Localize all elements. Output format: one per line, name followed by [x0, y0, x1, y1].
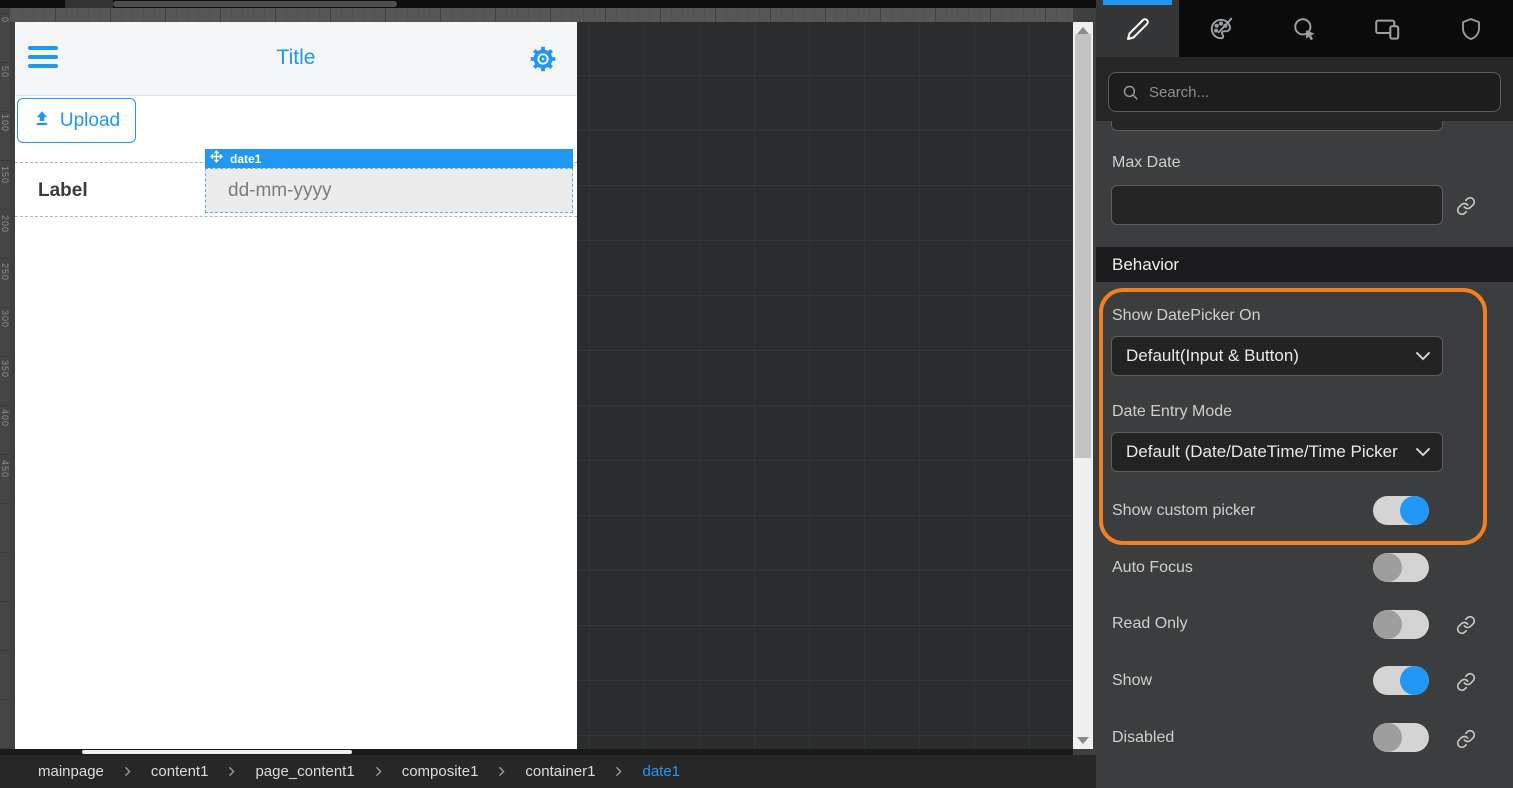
link-icon[interactable] — [1456, 729, 1476, 749]
breadcrumb-item-page-content1[interactable]: page_content1 — [255, 763, 354, 780]
tab-security[interactable] — [1430, 0, 1513, 57]
upload-icon — [33, 109, 51, 133]
tab-events[interactable] — [1263, 0, 1346, 57]
scrollbar-thumb[interactable] — [1075, 34, 1091, 458]
search-input[interactable] — [1149, 84, 1479, 101]
select-value: Default (Date/DateTime/Time Picker a — [1112, 442, 1402, 462]
field-label: Label — [38, 180, 88, 202]
date-input-field[interactable]: dd-mm-yyyy — [205, 168, 573, 213]
date-entry-mode-select[interactable]: Default (Date/DateTime/Time Picker a — [1111, 432, 1443, 472]
link-icon[interactable] — [1456, 672, 1476, 692]
chevron-down-icon — [1414, 445, 1432, 459]
vertical-ruler: 0 50 100 150 200 250 300 350 400 450 — [0, 8, 10, 749]
canvas-vertical-scrollbar[interactable] — [1073, 22, 1093, 749]
show-datepicker-on-label: Show DatePicker On — [1112, 307, 1261, 325]
chevron-right-icon — [495, 765, 508, 778]
canvas-horizontal-scrollbar-top[interactable] — [0, 0, 1096, 8]
max-date-label: Max Date — [1112, 154, 1180, 172]
breadcrumb-item-mainpage[interactable]: mainpage — [38, 763, 104, 780]
design-area: 0 50 100 150 200 250 300 350 400 450 Tit… — [0, 0, 1096, 788]
page-title[interactable]: Title — [15, 46, 577, 70]
link-icon[interactable] — [1456, 615, 1476, 635]
page-canvas[interactable]: Title — [15, 22, 577, 749]
show-toggle[interactable] — [1373, 666, 1429, 695]
scroll-down-arrow-icon[interactable] — [1077, 737, 1089, 744]
app-root: 0 50 100 150 200 250 300 350 400 450 Tit… — [0, 0, 1513, 788]
breadcrumb-item-content1[interactable]: content1 — [151, 763, 209, 780]
link-icon[interactable] — [1456, 196, 1476, 216]
disabled-toggle[interactable] — [1373, 723, 1429, 752]
shield-icon — [1459, 17, 1483, 41]
search-strip — [1096, 57, 1513, 121]
scrollbar-thumb[interactable] — [82, 750, 352, 754]
ruler-label: 300 — [0, 310, 10, 328]
inspect-cursor-icon — [1292, 16, 1318, 42]
chevron-down-icon — [1414, 349, 1432, 363]
show-custom-picker-toggle[interactable] — [1373, 496, 1429, 525]
auto-focus-toggle[interactable] — [1373, 553, 1429, 582]
read-only-label: Read Only — [1112, 615, 1188, 633]
scrollbar-thumb[interactable] — [113, 1, 397, 7]
search-box[interactable] — [1108, 72, 1501, 112]
tab-devices[interactable] — [1346, 0, 1429, 57]
show-label: Show — [1112, 672, 1152, 690]
clipped-input-bottom — [1111, 121, 1443, 131]
show-datepicker-on-select[interactable]: Default(Input & Button) — [1111, 336, 1443, 376]
panel-tab-bar — [1096, 0, 1513, 57]
ruler-label: 150 — [0, 166, 10, 184]
scrollbar-segment — [65, 0, 113, 8]
pencil-icon — [1126, 17, 1150, 41]
date-widget[interactable]: date1 dd-mm-yyyy — [205, 149, 573, 213]
behavior-section-header: Behavior — [1096, 247, 1513, 282]
tab-markup[interactable] — [1096, 0, 1179, 57]
mobile-header: Title — [15, 22, 577, 96]
read-only-toggle[interactable] — [1373, 610, 1429, 639]
ruler-label: 100 — [0, 114, 10, 132]
properties-panel: Max Date Behavior Show DatePicker On Def… — [1096, 0, 1513, 788]
breadcrumb: mainpage content1 page_content1 composit… — [0, 755, 1096, 788]
widget-name-tag: date1 — [230, 152, 261, 166]
date-entry-mode-label: Date Entry Mode — [1112, 403, 1232, 421]
ruler-label: 200 — [0, 215, 10, 233]
horizontal-ruler — [0, 8, 1073, 22]
ruler-label: 450 — [0, 460, 10, 478]
properties-scroll-area: Max Date Behavior Show DatePicker On Def… — [1096, 121, 1513, 788]
move-icon[interactable] — [210, 150, 223, 168]
widget-selection-bar[interactable]: date1 — [205, 149, 573, 168]
select-value: Default(Input & Button) — [1112, 346, 1402, 366]
ruler-label: 50 — [0, 66, 10, 78]
chevron-right-icon — [121, 765, 134, 778]
devices-icon — [1374, 15, 1401, 42]
breadcrumb-item-container1[interactable]: container1 — [525, 763, 595, 780]
ruler-label: 250 — [0, 263, 10, 281]
show-custom-picker-label: Show custom picker — [1112, 502, 1255, 520]
canvas-grid-background — [577, 22, 1073, 749]
scroll-up-arrow-icon[interactable] — [1077, 27, 1089, 34]
disabled-label: Disabled — [1112, 729, 1174, 747]
palette-icon — [1208, 16, 1234, 42]
max-date-input[interactable] — [1111, 185, 1443, 225]
upload-button-label: Upload — [60, 110, 120, 132]
chevron-right-icon — [225, 765, 238, 778]
tab-styles[interactable] — [1179, 0, 1262, 57]
toggle-knob — [1373, 610, 1402, 639]
breadcrumb-item-composite1[interactable]: composite1 — [402, 763, 479, 780]
ruler-label: 350 — [0, 360, 10, 378]
ruler-label: 400 — [0, 409, 10, 427]
search-icon — [1122, 84, 1139, 101]
gear-icon[interactable] — [528, 44, 558, 74]
toggle-knob — [1373, 723, 1402, 752]
active-tab-indicator — [1103, 0, 1172, 5]
toggle-knob — [1400, 666, 1429, 695]
chevron-right-icon — [372, 765, 385, 778]
upload-button[interactable]: Upload — [17, 98, 136, 143]
toggle-knob — [1373, 553, 1402, 582]
breadcrumb-item-date1[interactable]: date1 — [642, 763, 680, 780]
toggle-knob — [1400, 496, 1429, 525]
auto-focus-label: Auto Focus — [1112, 559, 1193, 577]
chevron-right-icon — [612, 765, 625, 778]
ruler-label: 0 — [0, 17, 10, 23]
